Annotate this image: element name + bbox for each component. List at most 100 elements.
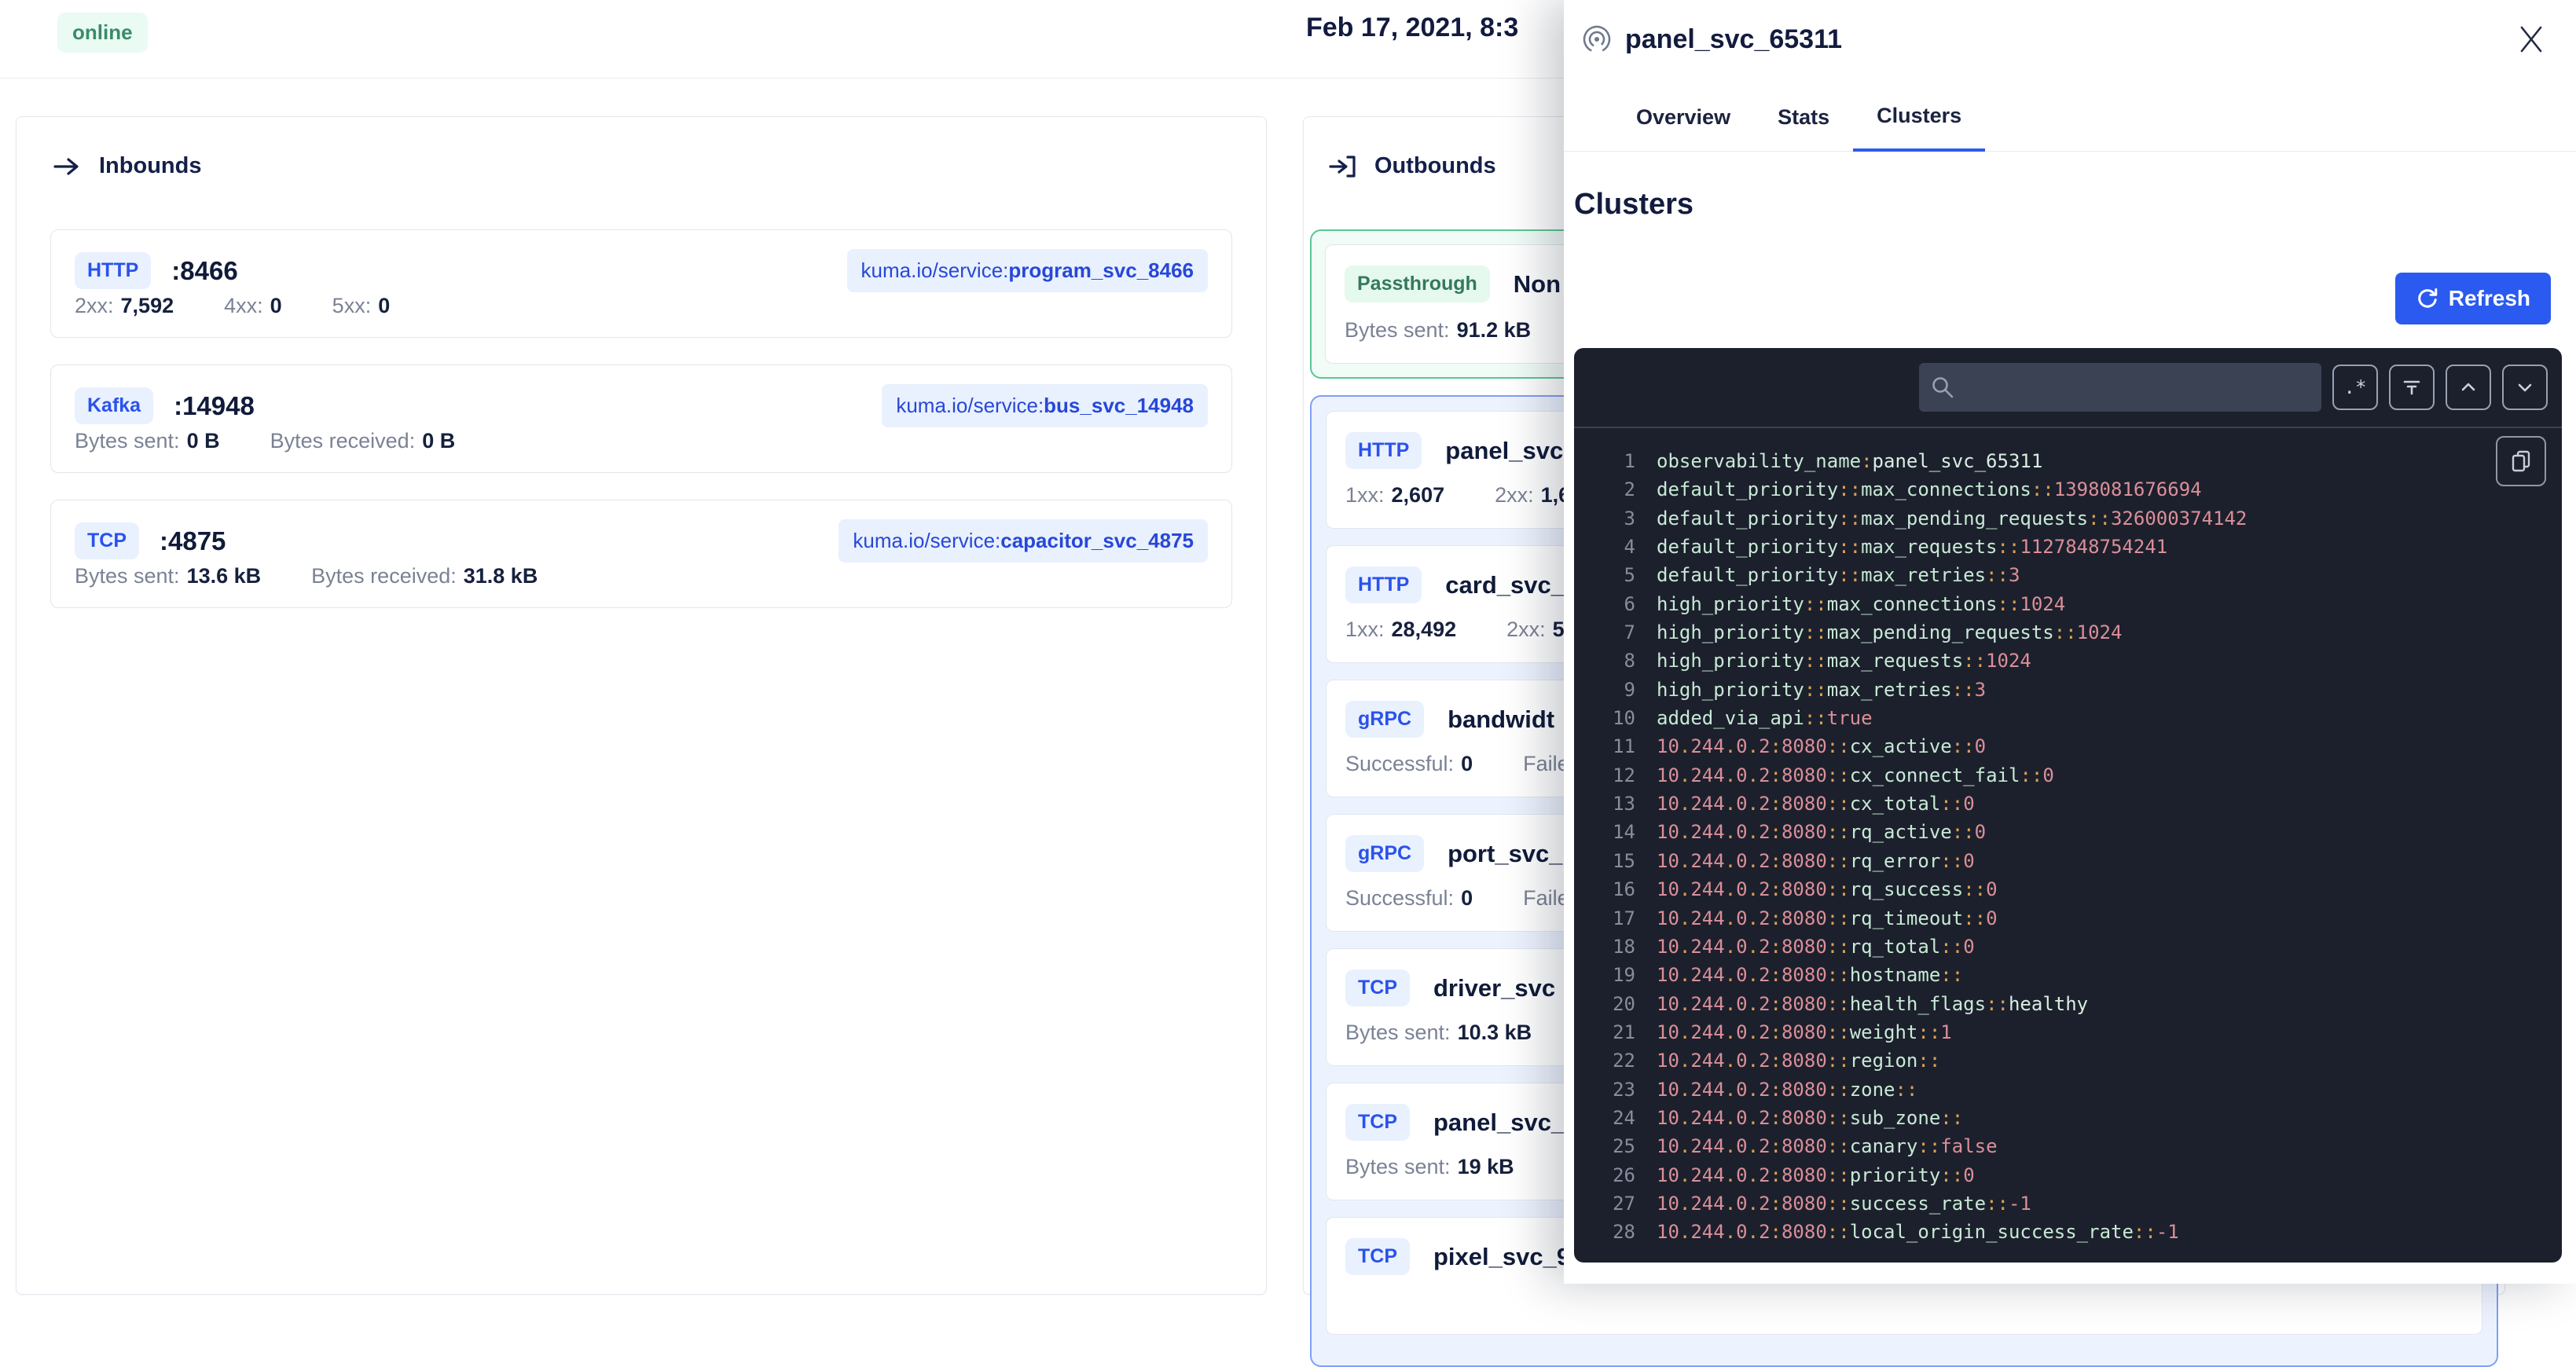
dataplane-detail-drawer: panel_svc_65311 Overview Stats Clusters … [1564,0,2576,1284]
status-badge: online [57,13,148,53]
next-match-button[interactable] [2502,365,2548,410]
code-line: 2110.244.0.2:8080::weight::1 [1598,1018,2546,1046]
line-number: 7 [1598,618,1635,647]
passthrough-badge: Passthrough [1345,266,1490,302]
code-line: 2710.244.0.2:8080::success_rate::-1 [1598,1189,2546,1218]
tab-overview[interactable]: Overview [1613,96,1754,151]
outbound-service-name: port_svc_ [1448,840,1562,868]
code-line: 2410.244.0.2:8080::sub_zone:: [1598,1104,2546,1132]
code-line: 6high_priority::max_connections::1024 [1598,590,2546,618]
line-number: 11 [1598,732,1635,760]
line-number: 24 [1598,1104,1635,1132]
stat-value: 2,607 [1392,483,1445,507]
line-number: 22 [1598,1046,1635,1075]
service-tag[interactable]: kuma.io/service:program_svc_8466 [847,249,1208,292]
arrow-right-icon [53,156,82,177]
stat-value: 31.8 kB [464,564,538,588]
stat-label: 1xx: [1345,483,1385,507]
code-line: 2010.244.0.2:8080::health_flags::healthy [1598,990,2546,1018]
prev-match-button[interactable] [2446,365,2491,410]
close-icon [2514,21,2550,56]
protocol-badge: TCP [75,522,139,559]
stat-value: 0 B [187,429,220,453]
stat-pair: 1xx: 2,607 [1345,483,1444,508]
outbound-service-name: bandwidt [1448,705,1554,734]
protocol-badge: HTTP [1345,432,1422,469]
drawer-title: panel_svc_65311 [1625,24,1842,55]
refresh-button[interactable]: Refresh [2395,273,2551,324]
code-line: 1210.244.0.2:8080::cx_connect_fail::0 [1598,761,2546,790]
stat-value: 0 B [422,429,455,453]
tag-value: bus_svc_14948 [1044,394,1194,417]
line-number: 16 [1598,875,1635,903]
code-line: 1410.244.0.2:8080::rq_active::0 [1598,818,2546,846]
inbounds-section: Inbounds HTTP :8466 kuma.io/service:prog… [16,116,1267,1295]
protocol-badge: TCP [1345,969,1410,1006]
stat-pair: Bytes sent:91.2 kB [1345,318,1531,343]
line-number: 9 [1598,676,1635,704]
line-number: 14 [1598,818,1635,846]
line-number: 18 [1598,933,1635,961]
passthrough-name: Non [1514,270,1561,299]
line-number: 17 [1598,904,1635,933]
line-number: 12 [1598,761,1635,790]
filter-icon [2401,376,2423,398]
line-number: 27 [1598,1189,1635,1218]
code-line: 1310.244.0.2:8080::cx_total::0 [1598,790,2546,818]
code-line: 7high_priority::max_pending_requests::10… [1598,618,2546,647]
protocol-badge: gRPC [1345,835,1424,872]
stat-value: 19 kB [1458,1155,1514,1178]
stat-pair: Faile [1523,886,1569,911]
stat-value: 0 [1461,886,1473,910]
line-number: 6 [1598,590,1635,618]
line-number: 25 [1598,1132,1635,1160]
search-icon [1930,375,1955,400]
line-number: 5 [1598,561,1635,589]
stat-pair: Successful:0 [1345,886,1473,911]
stat-pair: Bytes sent:19 kB [1345,1155,1514,1179]
protocol-badge: TCP [1345,1238,1410,1275]
code-line: 2210.244.0.2:8080::region:: [1598,1046,2546,1075]
search-input[interactable] [1919,363,2321,412]
tab-stats[interactable]: Stats [1754,96,1853,151]
filter-button[interactable] [2389,365,2435,410]
stat-pair: Bytes sent:13.6 kB [75,564,261,588]
chevron-down-icon [2515,377,2535,398]
stat-value: 13.6 kB [187,564,262,588]
tag-prefix: kuma.io/service: [853,529,1000,552]
tab-clusters[interactable]: Clusters [1853,96,1985,152]
stat-label: 2xx: [1495,483,1534,507]
tag-prefix: kuma.io/service: [861,258,1009,282]
drawer-tabs: Overview Stats Clusters [1564,96,2576,152]
code-lines[interactable]: 1observability_name:panel_svc_653112defa… [1574,430,2562,1263]
line-number: 3 [1598,504,1635,533]
stat-value: 0 [270,294,282,317]
inbound-stats: 2xx:7,5924xx:05xx:0 [75,294,1208,318]
stat-label: Bytes received: [270,429,416,453]
stat-pair: Bytes sent:0 B [75,429,220,453]
protocol-badge: HTTP [75,252,151,289]
protocol-badge: Kafka [75,387,153,424]
code-line: 8high_priority::max_requests::1024 [1598,647,2546,675]
stat-pair: 1xx:28,492 [1345,618,1456,642]
stat-label: Faile [1523,886,1569,910]
dataplane-icon [1580,22,1614,57]
code-line: 2510.244.0.2:8080::canary::false [1598,1132,2546,1160]
stat-value: 0 [378,294,390,317]
code-line: 2810.244.0.2:8080::local_origin_success_… [1598,1218,2546,1246]
close-button[interactable] [2514,20,2550,57]
tag-value: capacitor_svc_4875 [1000,529,1194,552]
service-tag[interactable]: kuma.io/service:capacitor_svc_4875 [838,519,1208,563]
code-line: 10added_via_api::true [1598,704,2546,732]
stat-pair: 2xx:7,592 [75,294,174,318]
stat-pair: Faile [1523,752,1569,776]
inbounds-title: Inbounds [99,153,201,179]
stat-label: Bytes sent: [1345,318,1450,342]
refresh-label: Refresh [2449,286,2530,311]
stat-label: 5xx: [332,294,372,317]
outbound-service-name: pixel_svc_9 [1433,1243,1570,1271]
service-tag[interactable]: kuma.io/service:bus_svc_14948 [882,384,1208,427]
code-line: 1910.244.0.2:8080::hostname:: [1598,961,2546,989]
regex-toggle-button[interactable]: .* [2332,365,2378,410]
stat-label: 2xx: [1506,618,1546,641]
